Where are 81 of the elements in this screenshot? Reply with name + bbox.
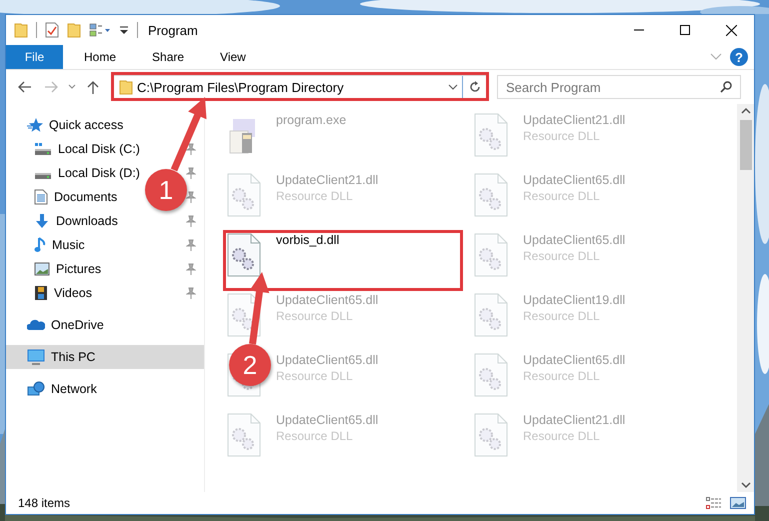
folder-icon xyxy=(119,79,133,95)
refresh-icon xyxy=(468,81,480,93)
gear-document-icon xyxy=(227,413,261,457)
search-field[interactable]: Search Program xyxy=(497,75,741,99)
file-type: Resource DLL xyxy=(523,309,601,323)
gear-document-icon xyxy=(474,233,508,277)
ribbon-tab[interactable]: Home xyxy=(69,45,132,69)
file-menu-button[interactable]: File xyxy=(6,45,63,69)
film-icon xyxy=(34,285,48,301)
drive-icon xyxy=(34,172,52,180)
details-view-icon[interactable] xyxy=(706,497,722,509)
caret-icon xyxy=(68,84,76,90)
pin-icon[interactable] xyxy=(186,239,196,251)
document-icon xyxy=(34,189,48,205)
window-title: Program xyxy=(148,22,198,38)
file-type: Resource DLL xyxy=(276,369,354,383)
expand-ribbon-icon[interactable] xyxy=(710,53,722,61)
search-icon[interactable] xyxy=(720,81,732,93)
folder-icon xyxy=(14,22,28,38)
gear-document-icon xyxy=(227,173,261,217)
file-type: Resource DLL xyxy=(523,429,601,443)
cloud-icon xyxy=(27,319,45,331)
up-arrow-icon xyxy=(87,80,99,94)
gear-document-icon xyxy=(474,413,508,457)
nav-item[interactable]: Local Disk (C:) xyxy=(34,142,140,156)
gear-document-icon xyxy=(474,353,508,397)
file-type: Resource DLL xyxy=(523,249,601,263)
gear-document-icon xyxy=(474,113,508,157)
forward-arrow-icon xyxy=(44,81,58,93)
back-arrow-icon xyxy=(18,81,32,93)
gear-document-icon xyxy=(474,173,508,217)
properties-icon[interactable] xyxy=(45,22,59,38)
nav-item[interactable]: Videos xyxy=(34,285,92,301)
pin-icon[interactable] xyxy=(186,191,196,203)
pin-icon[interactable] xyxy=(186,143,196,155)
nav-item[interactable]: Downloads xyxy=(34,213,118,229)
help-button[interactable]: ? xyxy=(730,48,748,66)
close-icon xyxy=(726,24,736,36)
file-type: Resource DLL xyxy=(523,369,601,383)
pin-icon[interactable] xyxy=(186,167,196,179)
music-note-icon xyxy=(34,237,46,253)
large-icons-view-icon[interactable] xyxy=(730,497,746,509)
new-folder-icon[interactable] xyxy=(67,22,81,38)
scroll-thumb[interactable] xyxy=(740,120,752,170)
pin-icon[interactable] xyxy=(186,215,196,227)
network-icon xyxy=(27,381,45,397)
star-icon xyxy=(27,117,43,133)
file-type: Resource DLL xyxy=(523,129,601,143)
file-type: Resource DLL xyxy=(276,309,354,323)
monitor-icon xyxy=(27,349,45,365)
gear-document-icon xyxy=(227,233,261,277)
nav-item[interactable]: Local Disk (D:) xyxy=(34,166,140,180)
pin-icon[interactable] xyxy=(186,287,196,299)
file-type: Resource DLL xyxy=(523,189,601,203)
minimize-icon xyxy=(634,29,644,31)
file-type: Resource DLL xyxy=(276,189,354,203)
drive-icon xyxy=(34,142,52,156)
nav-item[interactable]: Network xyxy=(27,381,97,397)
nav-item[interactable]: Documents xyxy=(34,189,118,205)
download-icon xyxy=(34,213,50,229)
gear-document-icon xyxy=(227,293,261,337)
nav-item[interactable]: OneDrive xyxy=(27,318,104,332)
nav-item[interactable]: Quick access xyxy=(27,117,124,133)
nav-item[interactable]: Pictures xyxy=(34,262,102,276)
file-name[interactable]: vorbis_d.dll xyxy=(276,233,340,247)
item-count: 148 items xyxy=(18,496,70,510)
file-type: Resource DLL xyxy=(276,429,354,443)
caret-icon[interactable] xyxy=(448,84,458,90)
maximize-icon xyxy=(680,25,690,35)
ribbon-tab[interactable]: Share xyxy=(137,45,200,69)
nav-item[interactable]: This PC xyxy=(27,349,96,365)
gear-document-icon xyxy=(474,293,508,337)
scrollbar[interactable] xyxy=(737,104,754,492)
ribbon-tab[interactable]: View xyxy=(205,45,261,69)
address-field[interactable]: C:\Program Files\Program Directory xyxy=(112,75,487,99)
address-path: C:\Program Files\Program Directory xyxy=(137,80,345,94)
picture-icon xyxy=(34,262,50,276)
pin-icon[interactable] xyxy=(186,263,196,275)
nav-item[interactable]: Music xyxy=(34,237,85,253)
dropdown-icon[interactable] xyxy=(119,25,129,35)
view-menu-icon[interactable] xyxy=(89,23,111,37)
